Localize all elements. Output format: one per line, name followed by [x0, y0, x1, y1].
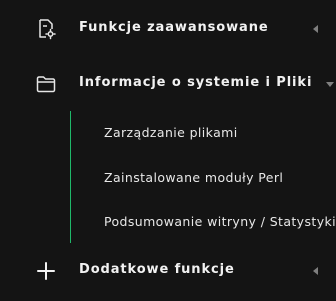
sidebar-menu: Funkcje zaawansowane Informacje o system… [0, 0, 336, 301]
chevron-down-icon [326, 82, 334, 87]
submenu-indicator-line [70, 111, 71, 243]
chevron-left-icon [313, 25, 318, 33]
menu-section-label: Informacje o systemie i Pliki [79, 75, 313, 90]
plus-icon [35, 260, 57, 282]
submenu-item-file-management[interactable]: Zarządzanie plikami [104, 125, 238, 140]
folder-icon [35, 73, 57, 95]
menu-section-advanced-features[interactable]: Funkcje zaawansowane [0, 14, 336, 44]
menu-section-label: Funkcje zaawansowane [79, 20, 269, 35]
chevron-left-icon [313, 267, 318, 275]
submenu-item-site-summary[interactable]: Podsumowanie witryny / Statystyki / [104, 214, 336, 229]
menu-section-additional-features[interactable]: Dodatkowe funkcje [0, 256, 336, 286]
submenu-item-perl-modules[interactable]: Zainstalowane moduły Perl [104, 170, 283, 185]
menu-section-system-info-files[interactable]: Informacje o systemie i Pliki [0, 69, 336, 99]
advanced-settings-icon [35, 18, 57, 40]
menu-section-label: Dodatkowe funkcje [79, 262, 235, 277]
